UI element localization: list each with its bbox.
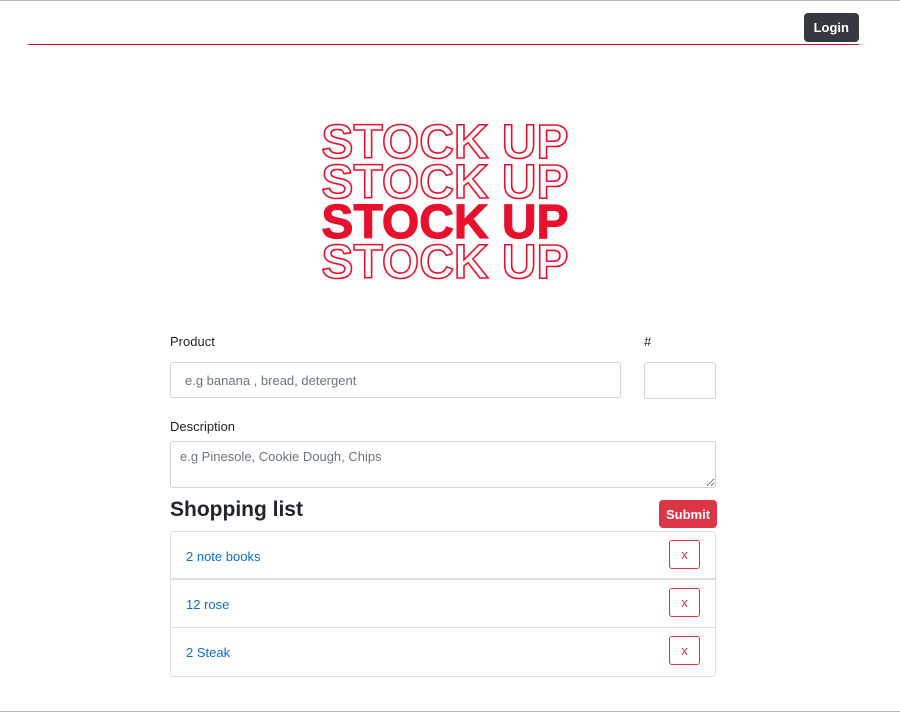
app-page: Login STOCK UP STOCK UP STOCK UP STOCK U…: [0, 0, 900, 712]
product-label: Product: [170, 334, 215, 349]
list-item-link[interactable]: 2 Steak: [186, 645, 230, 660]
list-item-link[interactable]: 12 rose: [186, 597, 229, 612]
remove-item-button[interactable]: x: [669, 588, 700, 617]
description-textarea[interactable]: [170, 441, 716, 488]
description-label: Description: [170, 419, 236, 434]
list-item: 12 rose x: [171, 580, 715, 628]
list-item: 2 note books x: [171, 532, 715, 580]
product-input[interactable]: [170, 362, 621, 398]
shopping-list-title: Shopping list: [170, 498, 303, 521]
quantity-label: #: [644, 334, 652, 349]
quantity-input[interactable]: [644, 362, 716, 399]
logo-graphic: STOCK UP STOCK UP STOCK UP STOCK UP: [321, 115, 570, 290]
logo-line-4: STOCK UP: [321, 236, 568, 289]
login-button[interactable]: Login: [803, 13, 859, 42]
remove-item-button[interactable]: x: [669, 636, 700, 665]
stock-up-logo: STOCK UP STOCK UP STOCK UP STOCK UP: [300, 115, 590, 290]
list-item-link[interactable]: 2 note books: [186, 549, 260, 564]
shopping-list: 2 note books x 12 rose x 2 Steak x: [170, 531, 716, 677]
submit-button[interactable]: Submit: [659, 500, 717, 528]
navbar: Login: [28, 1, 859, 45]
remove-item-button[interactable]: x: [669, 540, 700, 569]
list-item: 2 Steak x: [171, 628, 715, 676]
